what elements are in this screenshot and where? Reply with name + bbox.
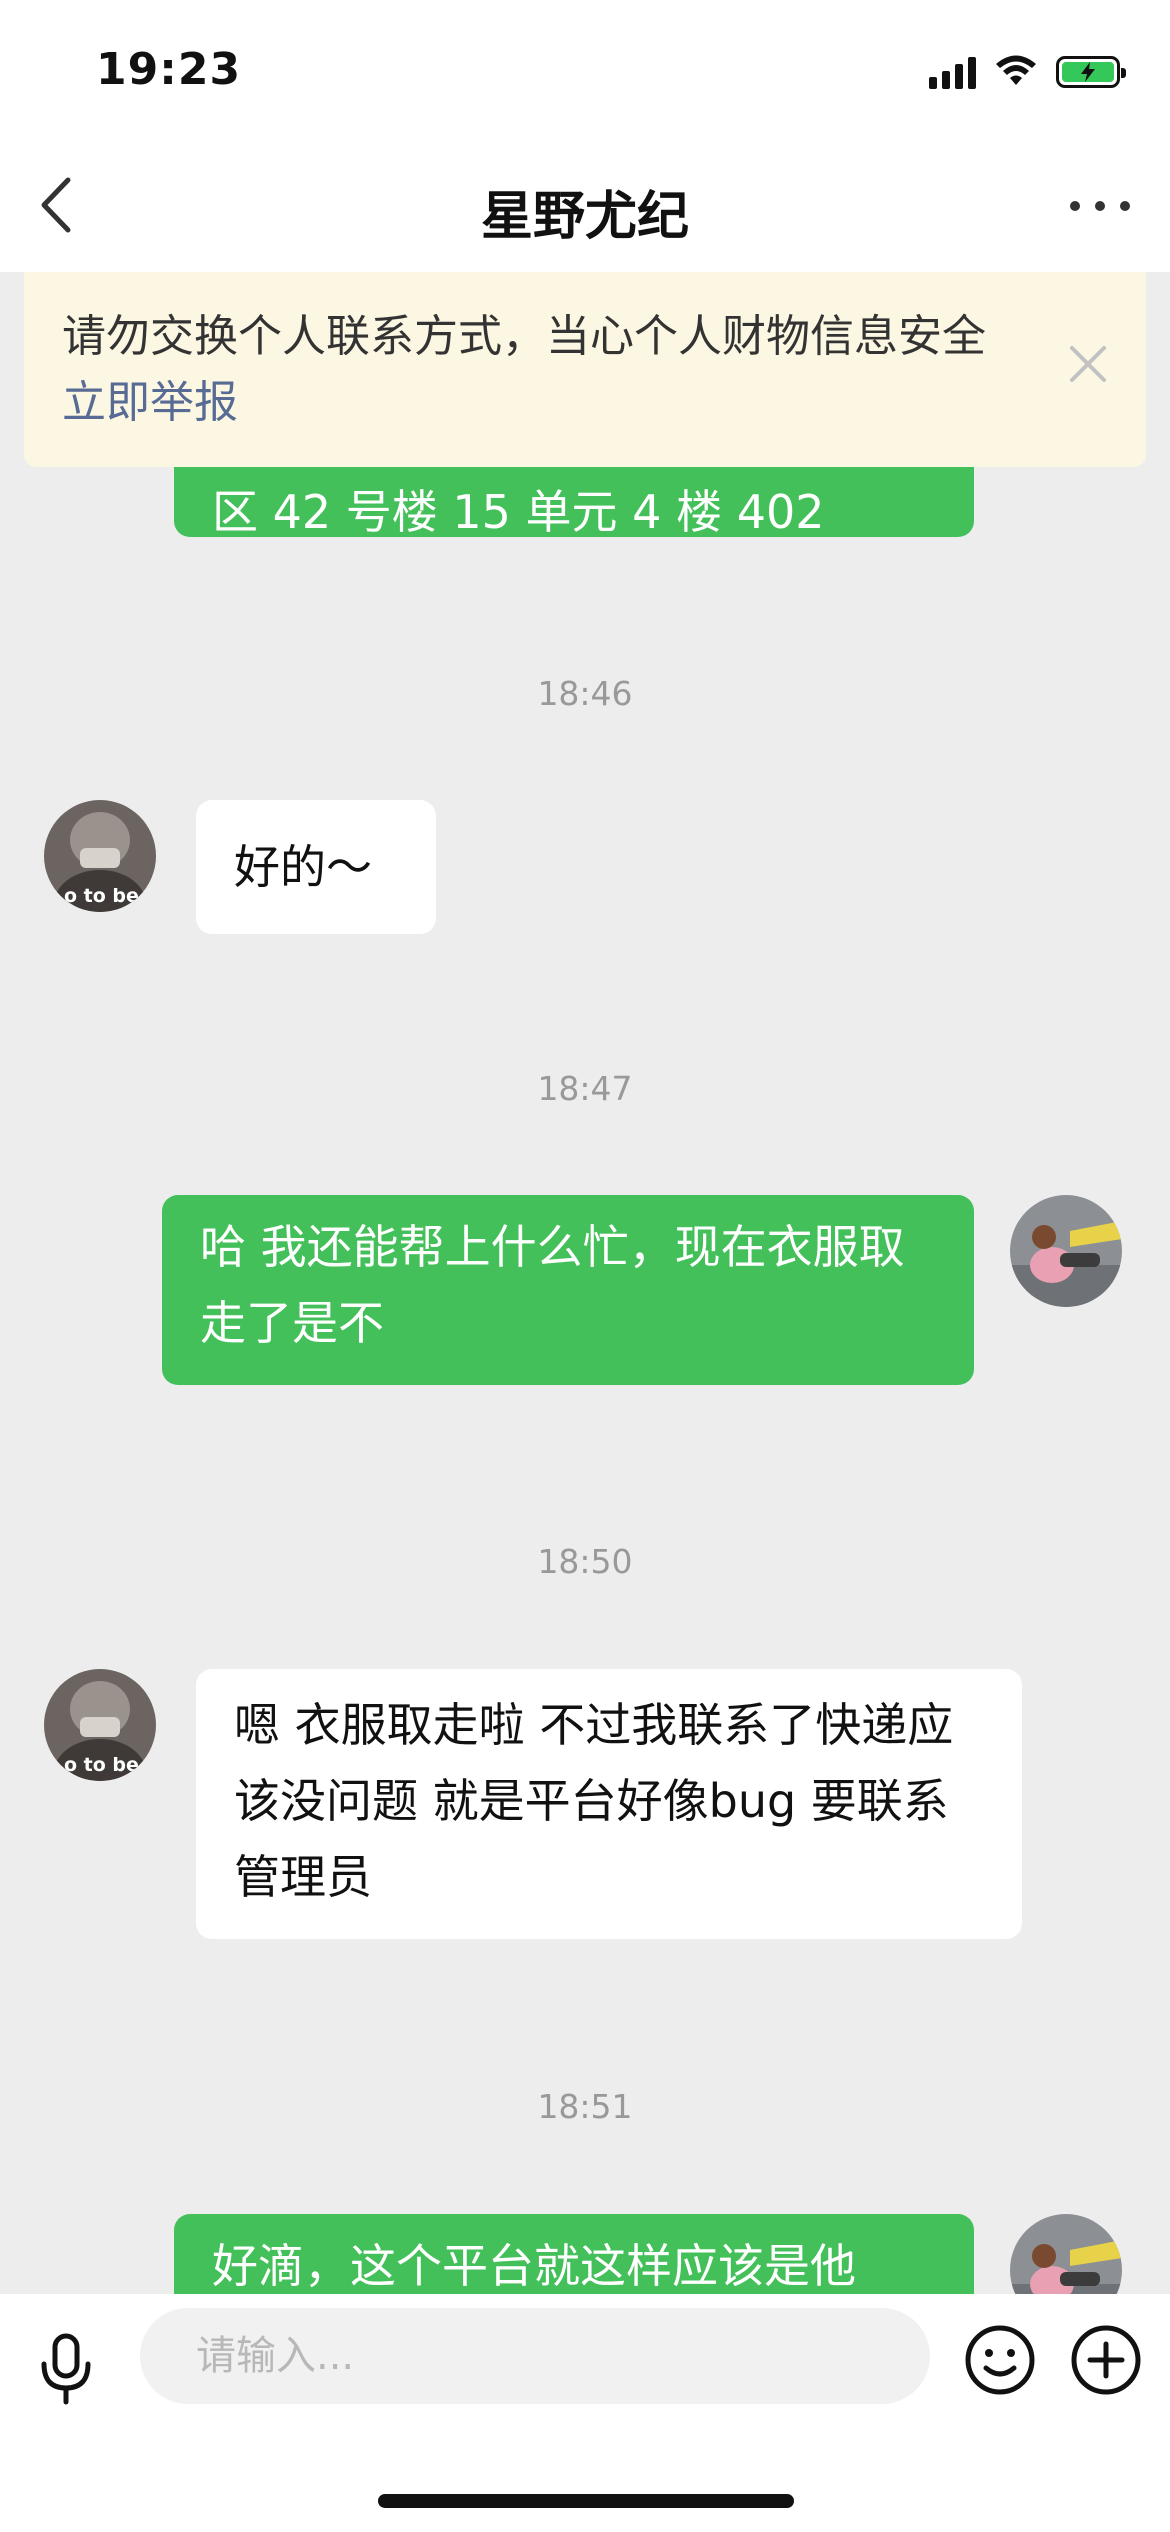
plus-icon (1071, 2325, 1141, 2395)
dot-icon (1070, 201, 1080, 211)
report-link[interactable]: 立即举报 (62, 370, 1106, 436)
timestamp: 18:47 (537, 1069, 633, 1108)
svg-text:o to be: o to be (64, 1754, 139, 1776)
home-indicator[interactable] (378, 2494, 794, 2508)
cellular-signal-icon (929, 55, 976, 89)
voice-input-button[interactable] (36, 2330, 96, 2410)
microphone-icon (41, 2333, 91, 2405)
banner-text: 请勿交换个人联系方式，当心个人财物信息安全 (62, 311, 986, 362)
wifi-icon (996, 55, 1036, 85)
timestamp: 18:46 (537, 674, 633, 713)
more-options-button[interactable] (1070, 188, 1130, 224)
message-received: 好的～ (196, 800, 436, 934)
message-sent: 哈 我还能帮上什么忙，现在衣服取走了是不 (162, 1195, 974, 1385)
top-bar: 19:23 星野尤纪 (0, 0, 1170, 272)
message-text: 好的～ (234, 840, 372, 894)
status-time: 19:23 (96, 44, 242, 95)
timestamp: 18:50 (537, 1542, 633, 1581)
dot-icon (1095, 201, 1105, 211)
more-actions-button[interactable] (1070, 2324, 1142, 2396)
message-text: 区 42 号楼 15 单元 4 楼 402 (212, 485, 825, 537)
message-text: 哈 我还能帮上什么忙，现在衣服取走了是不 (200, 1220, 905, 1350)
timestamp: 18:51 (537, 2087, 633, 2126)
my-avatar[interactable] (1010, 2214, 1122, 2294)
message-input[interactable] (140, 2308, 930, 2404)
svg-text:o to be: o to be (64, 885, 139, 907)
message-sent: 好滴，这个平台就这样应该是他 (174, 2214, 974, 2294)
chat-area[interactable]: 区 42 号楼 15 单元 4 楼 402 18:46 o to be 好的～ … (0, 272, 1170, 2294)
smiley-icon (965, 2325, 1035, 2395)
contact-avatar[interactable]: o to be (44, 1669, 156, 1781)
status-icons (929, 52, 1126, 92)
dot-icon (1120, 201, 1130, 211)
my-avatar[interactable] (1010, 1195, 1122, 1307)
chat-title: 星野尤纪 (480, 187, 689, 247)
battery-icon (1056, 56, 1126, 88)
safety-warning-banner: 请勿交换个人联系方式，当心个人财物信息安全 立即举报 (24, 272, 1146, 467)
emoji-button[interactable] (964, 2324, 1036, 2396)
contact-avatar[interactable]: o to be (44, 800, 156, 912)
message-text: 好滴，这个平台就这样应该是他 (212, 2239, 856, 2293)
message-text: 嗯 衣服取走啦 不过我联系了快递应该没问题 就是平台好像bug 要联系管理员 (234, 1698, 954, 1904)
banner-close-button[interactable] (1066, 342, 1110, 386)
message-received: 嗯 衣服取走啦 不过我联系了快递应该没问题 就是平台好像bug 要联系管理员 (196, 1669, 1022, 1939)
close-icon (1070, 346, 1106, 382)
input-bar (0, 2294, 1170, 2532)
